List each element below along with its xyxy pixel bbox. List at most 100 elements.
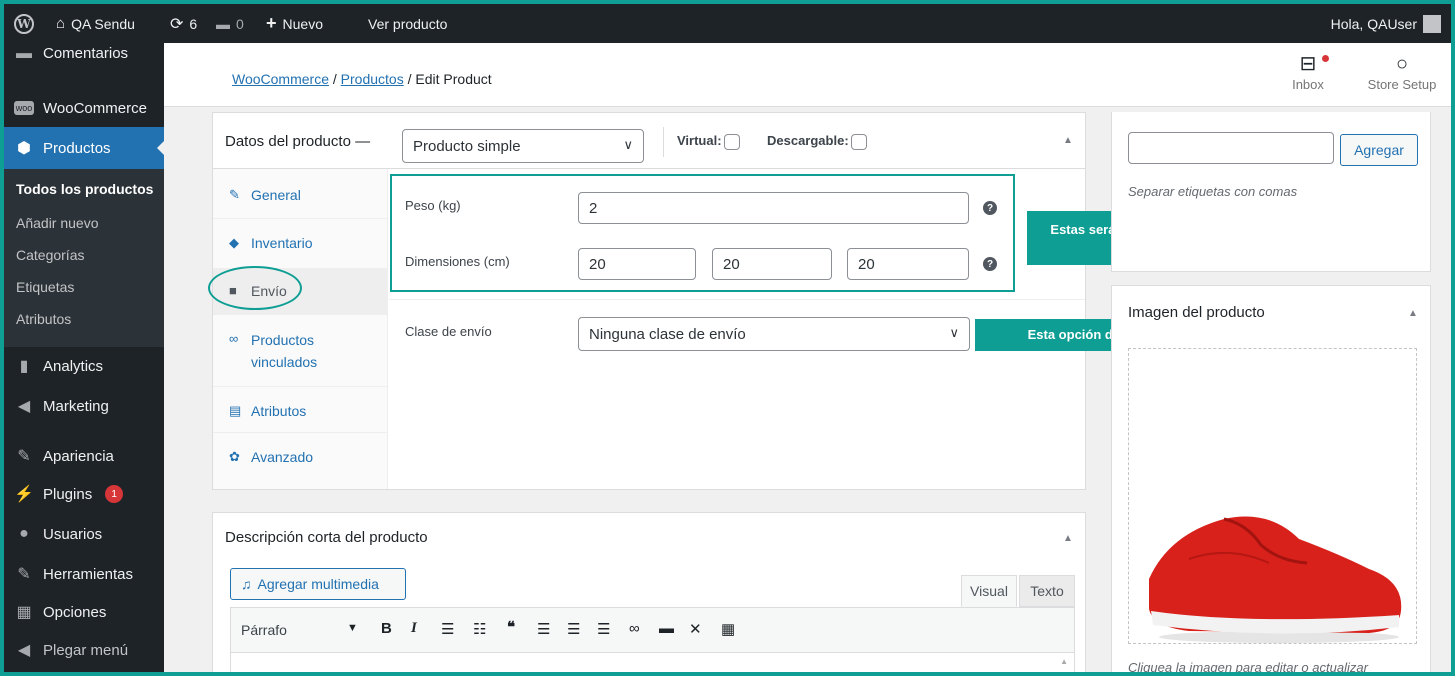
settings-icon: ▦ <box>16 604 32 621</box>
product-image-hint: Cliquea la imagen para editar o actualiz… <box>1128 660 1368 672</box>
product-data-title: Datos del producto — <box>225 133 371 150</box>
store-setup-button[interactable]: ○ Store Setup <box>1360 51 1444 92</box>
numbered-list-icon[interactable]: ☷ <box>473 620 486 638</box>
menu-plugins[interactable]: ⚡ Plugins 1 <box>4 477 164 511</box>
submenu-attributes[interactable]: Atributos <box>16 311 71 327</box>
tab-attributes[interactable]: ▤ Atributos <box>213 387 388 433</box>
woocommerce-icon: woo <box>14 101 34 115</box>
virtual-checkbox[interactable] <box>723 133 740 150</box>
short-description-editor[interactable]: ▲ <box>230 653 1075 672</box>
align-left-icon[interactable]: ☰ <box>537 620 550 638</box>
virtual-option[interactable]: Virtual: <box>677 133 740 150</box>
appearance-icon: ✎ <box>17 448 31 465</box>
read-more-icon[interactable]: ▬ <box>659 620 674 637</box>
short-description-title: Descripción corta del producto <box>225 529 428 546</box>
submenu-all-products[interactable]: Todos los productos <box>16 181 153 197</box>
quote-icon[interactable]: ❝ <box>507 618 515 636</box>
tag-input[interactable] <box>1128 132 1334 164</box>
collapse-icon: ◀ <box>17 642 31 659</box>
menu-settings[interactable]: ▦ Opciones <box>4 595 164 629</box>
breadcrumb-products[interactable]: Productos <box>341 71 404 87</box>
product-image[interactable] <box>1128 348 1417 644</box>
new-content-link[interactable]: + Nuevo <box>266 4 323 43</box>
view-product-link[interactable]: Ver producto <box>368 4 447 43</box>
downloadable-option[interactable]: Descargable: <box>767 133 867 150</box>
analytics-icon: ▮ <box>19 358 29 375</box>
updates-count: 6 <box>189 15 198 32</box>
marketing-icon: ◀ <box>17 398 31 415</box>
gear-icon: ✿ <box>229 449 240 464</box>
bullet-list-icon[interactable]: ☰ <box>441 620 454 638</box>
account-menu[interactable]: Hola, QAUser <box>1331 4 1441 43</box>
menu-appearance[interactable]: ✎ Apariencia <box>4 439 164 473</box>
menu-collapse[interactable]: ◀ Plegar menú <box>4 633 164 667</box>
tab-text[interactable]: Texto <box>1019 575 1075 607</box>
users-icon: ● <box>19 525 29 542</box>
scroll-up-icon[interactable]: ▲ <box>1060 657 1068 666</box>
tag-icon: ◆ <box>229 235 239 250</box>
italic-icon[interactable]: I <box>411 620 417 637</box>
greeting: Hola, QAUser <box>1330 15 1417 32</box>
add-tag-button[interactable]: Agregar <box>1340 134 1418 166</box>
products-icon: ⬢ <box>17 140 31 157</box>
comment-icon: ▬ <box>216 15 230 32</box>
downloadable-checkbox[interactable] <box>850 133 867 150</box>
link-icon[interactable]: ∞ <box>629 620 640 637</box>
align-center-icon[interactable]: ☰ <box>567 620 580 638</box>
comments-count: 0 <box>236 15 244 32</box>
plugins-badge: 1 <box>105 485 124 503</box>
product-data-tabs: ✎ General ◆ Inventario ■ Envío ∞ Productos v… <box>213 169 388 489</box>
tab-inventory[interactable]: ◆ Inventario <box>213 219 388 269</box>
breadcrumb-woocommerce[interactable]: WooCommerce <box>232 71 329 87</box>
product-data-header: Datos del producto — Producto simple ∨ V… <box>213 113 1085 169</box>
products-submenu: Todos los productos Añadir nuevo Categor… <box>4 169 164 347</box>
caret-down-icon[interactable]: ▼ <box>347 622 358 634</box>
tab-visual[interactable]: Visual <box>961 575 1017 607</box>
toolbar-toggle-icon[interactable]: ▦ <box>721 620 735 638</box>
menu-woocommerce[interactable]: woo WooCommerce <box>4 91 164 125</box>
submenu-add-new[interactable]: Añadir nuevo <box>16 215 99 231</box>
tab-linked-products[interactable]: ∞ Productos vinculados <box>213 315 388 387</box>
collapse-panel-icon[interactable]: ▲ <box>1063 135 1073 146</box>
plugins-icon: ⚡ <box>14 486 34 503</box>
product-type-select[interactable]: Producto simple ∨ <box>402 129 644 163</box>
comments-link[interactable]: ▬ 0 <box>216 4 244 43</box>
menu-tools[interactable]: ✎ Herramientas <box>4 557 164 591</box>
tab-advanced[interactable]: ✿ Avanzado <box>213 433 388 483</box>
menu-analytics[interactable]: ▮ Analytics <box>4 349 164 383</box>
menu-products[interactable]: ⬢ Productos <box>4 127 165 169</box>
editor-toolbar: Párrafo ▼ B I ☰ ☷ ❝ ☰ ☰ ☰ ∞ ▬ ✕ ▦ <box>230 607 1075 653</box>
tools-icon: ✎ <box>17 566 31 583</box>
new-label: Nuevo <box>282 15 323 32</box>
add-media-button[interactable]: ♫ Agregar multimedia <box>230 568 406 600</box>
breadcrumb-current: Edit Product <box>415 71 492 87</box>
tab-general[interactable]: ✎ General <box>213 169 388 219</box>
chevron-down-icon: ∨ <box>949 325 959 340</box>
updates-icon: ⟳ <box>170 15 184 33</box>
shipping-class-select[interactable]: Ninguna clase de envío ∨ <box>578 317 970 351</box>
wrench-icon: ✎ <box>229 187 240 202</box>
menu-comments[interactable]: ▬ Comentarios <box>4 43 164 77</box>
collapse-panel-icon[interactable]: ▲ <box>1408 308 1418 319</box>
shipping-class-label: Clase de envío <box>405 324 492 339</box>
site-name-link[interactable]: ⌂ QA Sendu <box>56 4 135 43</box>
updates-link[interactable]: ⟳ 6 <box>170 4 197 43</box>
woocommerce-header: WooCommerce / Productos / Edit Product ⊟… <box>164 43 1451 107</box>
menu-users[interactable]: ● Usuarios <box>4 517 164 551</box>
product-image-title: Imagen del producto <box>1128 304 1265 321</box>
dimensions-highlight <box>390 174 1015 292</box>
align-right-icon[interactable]: ☰ <box>597 620 610 638</box>
submenu-tags[interactable]: Etiquetas <box>16 279 74 295</box>
fullscreen-icon[interactable]: ✕ <box>689 620 702 638</box>
chevron-down-icon: ∨ <box>623 137 633 152</box>
avatar <box>1423 14 1441 33</box>
bold-icon[interactable]: B <box>381 620 392 637</box>
submenu-categories[interactable]: Categorías <box>16 247 84 263</box>
product-image-box: Imagen del producto ▲ Cliquea la imagen … <box>1111 285 1431 672</box>
inbox-button[interactable]: ⊟ Inbox <box>1288 51 1329 92</box>
format-select[interactable]: Párrafo <box>241 622 287 638</box>
menu-marketing[interactable]: ◀ Marketing <box>4 389 164 423</box>
collapse-panel-icon[interactable]: ▲ <box>1063 533 1073 544</box>
wordpress-logo[interactable]: W <box>14 4 34 43</box>
wordpress-icon: W <box>14 13 34 34</box>
